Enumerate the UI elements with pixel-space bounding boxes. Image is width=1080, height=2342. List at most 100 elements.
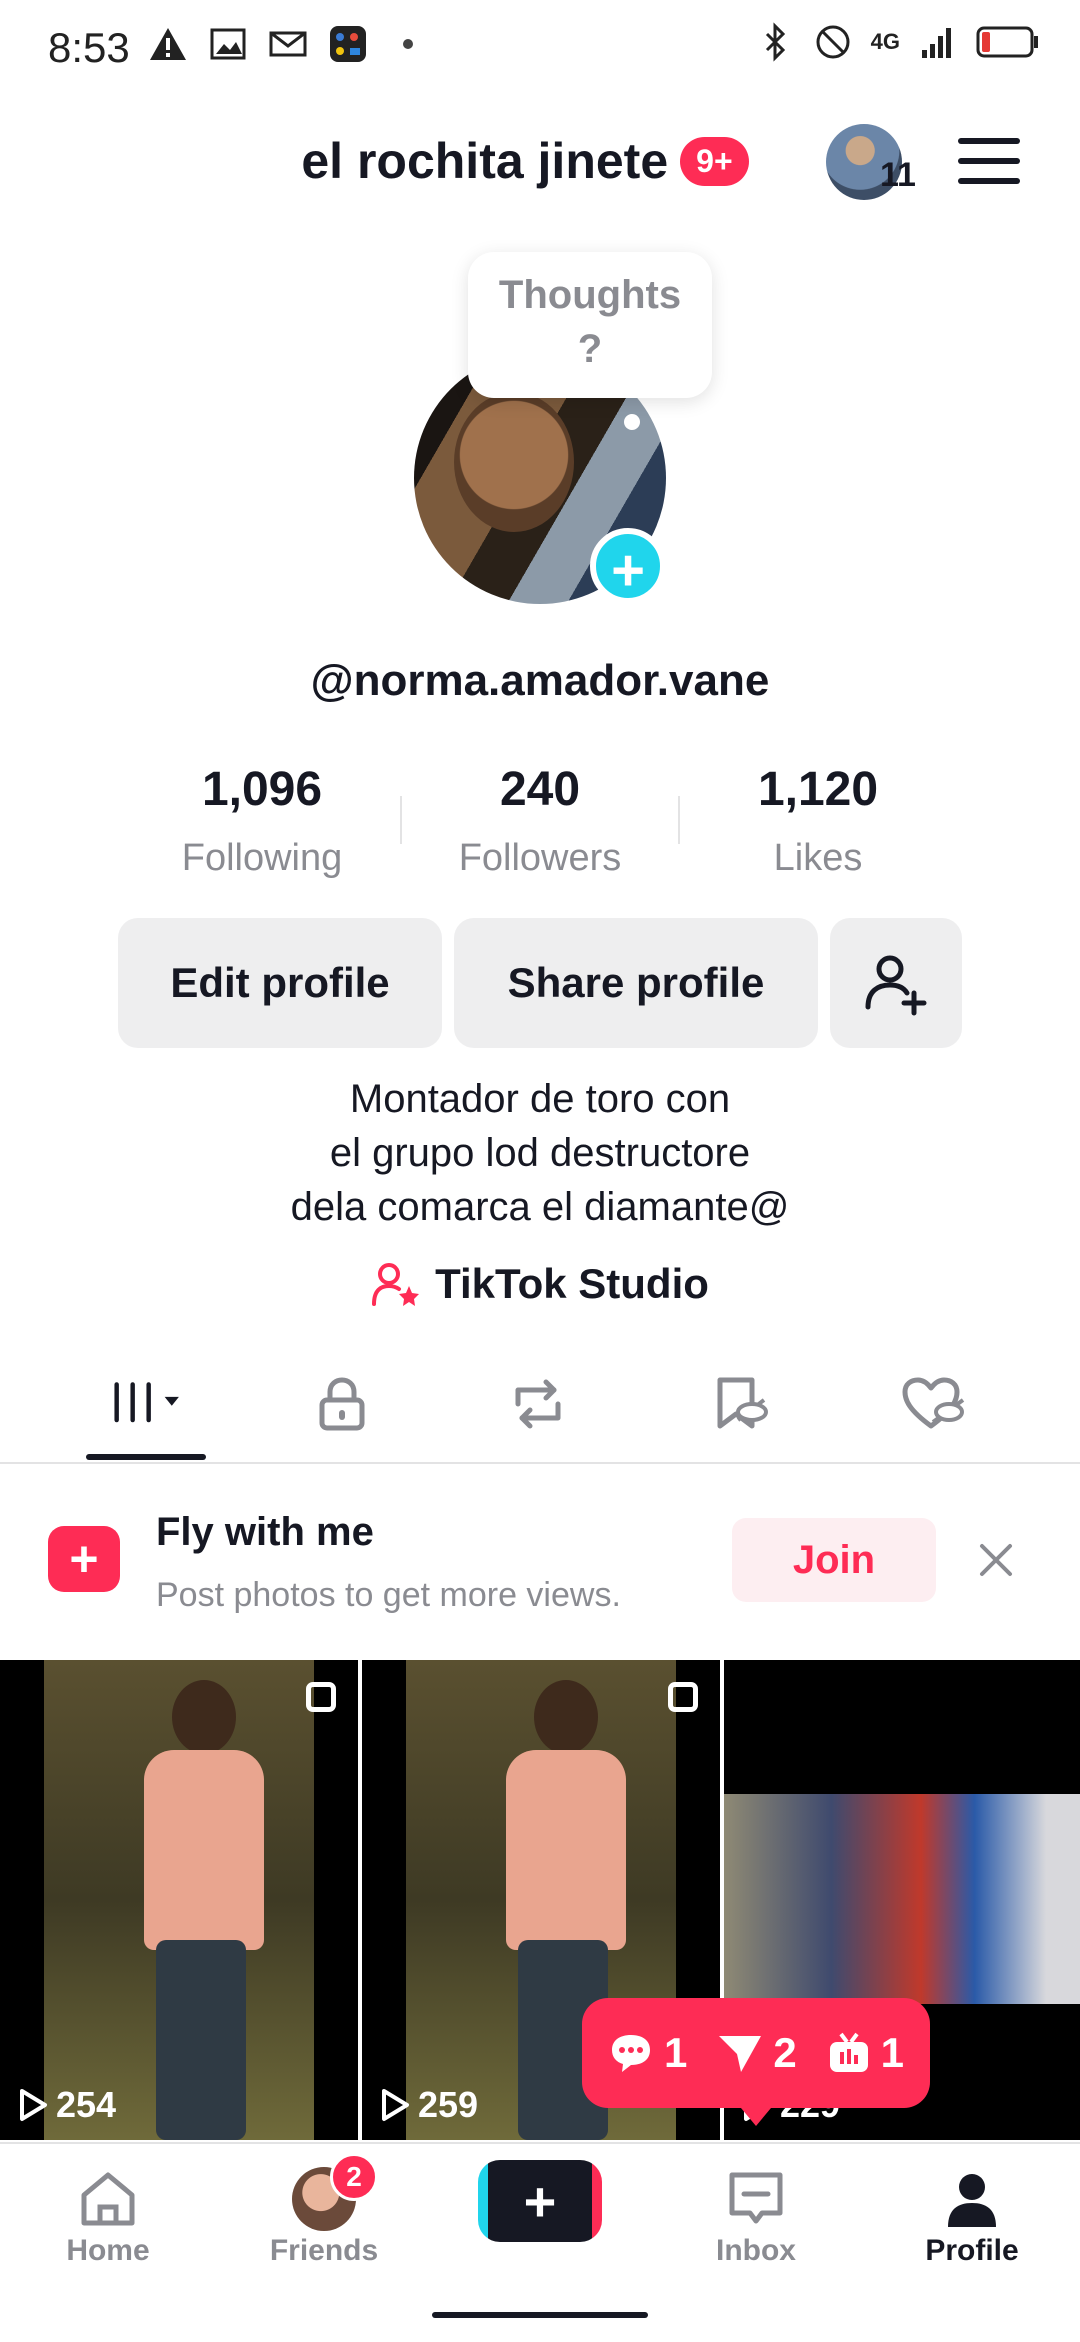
bluetooth-icon (765, 22, 785, 62)
video-thumbnail[interactable]: 254 (0, 1660, 358, 2140)
stat-following[interactable]: 1,096 Following (132, 762, 392, 880)
account-name[interactable]: el rochita jinete (301, 132, 668, 190)
create-photo-icon: + (48, 1526, 120, 1592)
add-user-icon (865, 955, 927, 1016)
profile-header: el rochita jinete 9+ (0, 132, 1080, 190)
repost-icon (515, 1379, 561, 1429)
nav-friends-label: Friends (269, 2234, 379, 2267)
status-notification-icons (148, 24, 428, 64)
play-icon (20, 2089, 47, 2121)
videos-grid-icon (114, 1382, 179, 1423)
nav-inbox[interactable]: Inbox (648, 2164, 864, 2268)
stat-value: 1,096 (201, 763, 323, 816)
comment-notification: 1 (608, 2029, 687, 2077)
live-tv-icon (829, 2032, 868, 2072)
bio-line: dela comarca el diamante@ (290, 1185, 790, 1229)
avatar-photo (454, 392, 574, 532)
profile-icon (948, 2174, 996, 2227)
photo-carousel-icon (668, 1682, 698, 1712)
network-type-label: 4G (870, 29, 900, 54)
thoughts-bubble[interactable]: Thoughts ? (468, 252, 712, 398)
status-bar: 8:53 4G (0, 0, 1080, 96)
share-notification: 2 (717, 2029, 797, 2077)
share-count: 2 (773, 2029, 797, 2076)
profile-tabs (0, 1354, 1080, 1464)
add-story-button[interactable]: + (590, 528, 666, 604)
battery-icon (976, 26, 1038, 58)
thought-dot (624, 414, 640, 430)
view-count: 259 (380, 2084, 478, 2126)
menu-icon[interactable] (958, 138, 1020, 186)
active-tab-indicator (86, 1454, 206, 1460)
status-system-icons: 4G (755, 22, 1040, 62)
more-dot-icon (403, 39, 413, 49)
bookmark-hidden-icon (717, 1377, 768, 1429)
friends-avatar: 2 (292, 2153, 378, 2231)
activity-notification-bubble[interactable]: 1 2 1 (582, 1998, 930, 2108)
thumbnail-image (44, 1660, 314, 2140)
warning-icon (150, 28, 186, 60)
account-switcher-count: 11 (880, 156, 916, 194)
nav-home-label: Home (66, 2234, 150, 2267)
app-folder-icon (330, 26, 366, 62)
banner-subtitle: Post photos to get more views. (156, 1576, 621, 1614)
tabs-divider (0, 1462, 1080, 1464)
tiktok-studio-link[interactable]: TikTok Studio (0, 1260, 1080, 1318)
add-friend-button[interactable] (830, 918, 962, 1048)
comment-icon (611, 2035, 650, 2072)
nav-inbox-label: Inbox (716, 2234, 796, 2267)
mail-icon (269, 31, 307, 57)
live-count: 1 (880, 2029, 905, 2076)
stat-label: Following (181, 837, 343, 879)
photo-carousel-icon (306, 1682, 336, 1712)
send-icon (719, 2036, 762, 2072)
view-count-value: 254 (56, 2084, 117, 2125)
stat-divider (678, 796, 680, 844)
bio-line: Montador de toro con (349, 1077, 731, 1121)
home-indicator (432, 2312, 648, 2318)
username: @norma.amador.vane (310, 656, 770, 705)
lock-icon (319, 1377, 365, 1431)
status-time: 8:53 (48, 24, 130, 71)
comment-count: 1 (663, 2029, 688, 2076)
thoughts-question: ? (577, 327, 603, 371)
tab-private[interactable] (302, 1374, 382, 1434)
stat-label: Followers (458, 837, 622, 879)
home-icon (81, 2172, 135, 2226)
inbox-icon (729, 2172, 783, 2224)
gallery-icon (210, 28, 246, 60)
tab-favorites[interactable] (700, 1374, 780, 1434)
bio-line: el grupo lod destructore (329, 1131, 751, 1175)
do-not-disturb-icon (816, 25, 850, 59)
studio-icon (372, 1263, 420, 1306)
view-count: 254 (18, 2084, 116, 2126)
banner-title: Fly with me (156, 1510, 374, 1554)
nav-profile-label: Profile (925, 2234, 1019, 2267)
tab-reposts[interactable] (498, 1374, 578, 1434)
stat-likes[interactable]: 1,120 Likes (688, 762, 948, 880)
join-button[interactable]: Join (732, 1518, 936, 1602)
share-profile-button[interactable]: Share profile (454, 918, 818, 1048)
stat-divider (400, 796, 402, 844)
friends-badge: 2 (330, 2153, 378, 2201)
signal-icon (922, 28, 951, 58)
tab-videos[interactable] (106, 1374, 186, 1434)
live-notification: 1 (827, 2029, 904, 2077)
notification-badge: 9+ (680, 136, 749, 186)
nav-home[interactable]: Home (0, 2164, 216, 2268)
stat-value: 240 (499, 763, 581, 816)
nav-friends[interactable]: 2 Friends (216, 2153, 432, 2268)
play-icon (382, 2089, 409, 2121)
nav-profile[interactable]: Profile (864, 2164, 1080, 2268)
thoughts-label: Thoughts (498, 273, 682, 317)
stat-label: Likes (773, 837, 863, 879)
close-icon[interactable] (976, 1540, 1016, 1580)
notification-pointer (736, 2102, 776, 2126)
stat-followers[interactable]: 240 Followers (410, 762, 670, 880)
edit-profile-button[interactable]: Edit profile (118, 918, 442, 1048)
studio-label: TikTok Studio (435, 1260, 709, 1307)
tab-liked[interactable] (894, 1374, 974, 1434)
heart-hidden-icon (902, 1377, 965, 1429)
create-button[interactable]: + (478, 2160, 602, 2242)
profile-bio: Montador de toro con el grupo lod destru… (0, 1072, 1080, 1234)
